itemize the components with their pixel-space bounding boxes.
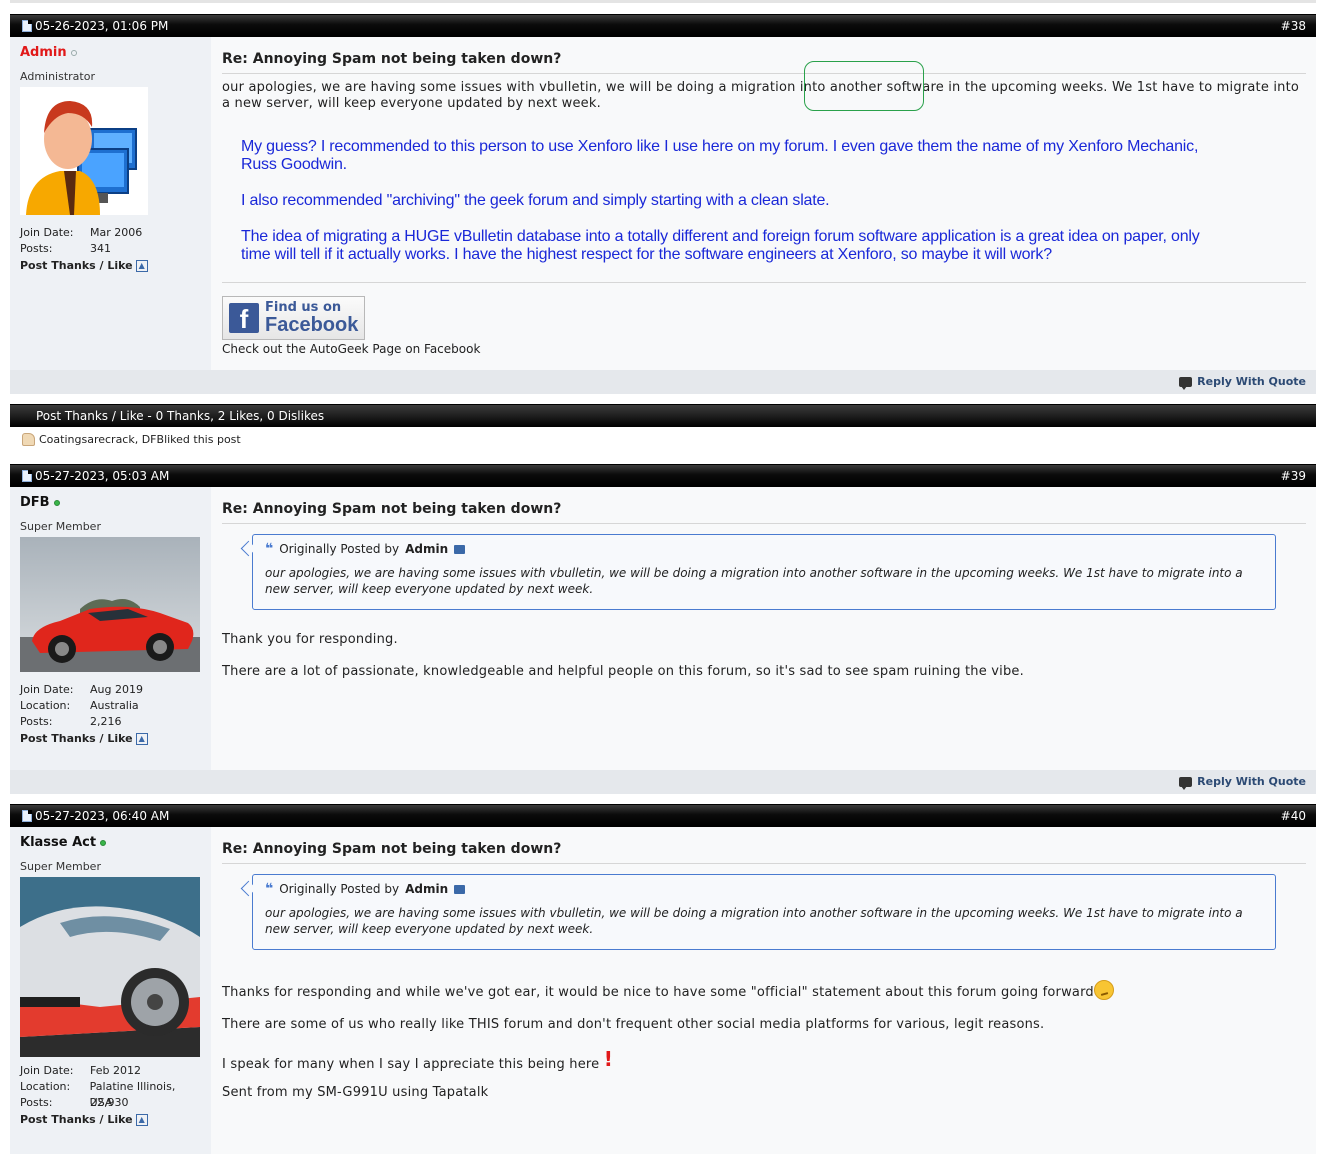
post-count: 22,930 [90,1096,129,1109]
reply-quote-icon [1179,376,1193,390]
post-content: Re: Annoying Spam not being taken down? … [211,487,1316,770]
location: Palatine Illinois, USA [89,1080,176,1109]
top-rule [10,0,1316,3]
user-stats: Join Date: Aug 2019 Location: Australia Po… [20,683,143,728]
liker-names[interactable]: Coatingsarecrack, DFB [39,433,164,446]
join-date: Mar 2006 [90,226,143,239]
post-date: 05-27-2023, 05:03 AM [22,465,169,487]
post-header: 05-26-2023, 01:06 PM #38 [10,14,1316,37]
blue-paragraph: I also recommended "archiving" the geek … [241,192,830,209]
post-paragraph: Thanks for responding and while we've go… [222,980,1306,1001]
post-paragraph: There are some of us who really like THI… [222,1017,1045,1032]
post-number-link[interactable]: #39 [1281,465,1306,487]
user-info: Admin Administrator Join Date: Mar 2006 P… [10,37,211,370]
collapse-icon[interactable]: ▲ [135,1113,148,1126]
avatar[interactable] [20,87,148,215]
quote-header: ❝ Originally Posted by Admin [265,541,1263,557]
tapatalk-signature: Sent from my SM-G991U using Tapatalk [222,1085,489,1100]
post-38: 05-26-2023, 01:06 PM #38 Admin Administr… [10,14,1316,394]
post-thanks-like-toggle[interactable]: Post Thanks / Like ▲ [20,732,201,745]
thanks-bar: Post Thanks / Like - 0 Thanks, 2 Likes, … [10,404,1316,427]
post-body: DFB Super Member Join Date: Aug 2019 Loca… [10,487,1316,770]
view-post-icon[interactable] [454,544,466,554]
username[interactable]: Klasse Act [20,835,201,850]
post-title: Re: Annoying Spam not being taken down? [222,51,1306,74]
post-number-link[interactable]: #38 [1281,15,1306,37]
post-paragraph: I speak for many when I say I appreciate… [222,1047,614,1072]
quote-box: ❝ Originally Posted by Admin our apologies… [252,874,1276,950]
username[interactable]: Admin [20,45,201,60]
online-status-icon [53,499,60,506]
join-date: Feb 2012 [90,1064,141,1077]
post-content: Re: Annoying Spam not being taken down? … [211,37,1316,370]
avatar[interactable] [20,537,200,672]
post-paragraph: There are a lot of passionate, knowledge… [222,664,1024,679]
post-thanks-like-toggle[interactable]: Post Thanks / Like ▲ [20,1113,201,1126]
user-title: Super Member [20,860,101,873]
user-stats: Join Date: Mar 2006 Posts: 341 [20,226,143,255]
location: Australia [90,699,139,712]
document-icon [22,20,32,32]
document-icon [22,810,32,822]
post-count: 341 [90,242,111,255]
post-paragraph: Thank you for responding. [222,632,398,647]
quote-author: Admin [405,882,449,896]
reply-with-quote-button[interactable]: Reply With Quote [1179,775,1306,790]
likers: Coatingsarecrack, DFB liked this post [22,433,241,446]
quote-mark-icon: ❝ [265,541,274,557]
user-info: DFB Super Member Join Date: Aug 2019 Loca… [10,487,211,770]
collapse-icon[interactable]: ▲ [135,732,148,745]
highlight-circle [804,61,924,111]
offline-status-icon [70,49,77,56]
post-body: Admin Administrator Join Date: Mar 2006 P… [10,37,1316,370]
post-40: 05-27-2023, 06:40 AM #40 Klasse Act Supe… [10,804,1316,1154]
post-title: Re: Annoying Spam not being taken down? [222,841,1306,864]
facebook-badge[interactable]: f Find us on Facebook [222,296,366,340]
post-text: our apologies, we are having some issues… [222,80,1300,111]
post-thanks-like-toggle[interactable]: Post Thanks / Like ▲ [20,259,201,272]
quote-header: ❝ Originally Posted by Admin [265,881,1263,897]
reply-with-quote-button[interactable]: Reply With Quote [1179,375,1306,390]
blue-paragraph: The idea of migrating a HUGE vBulletin d… [241,228,1200,263]
post-body: Klasse Act Super Member Join Date: Feb 20… [10,827,1316,1154]
quote-box: ❝ Originally Posted by Admin our apologies… [252,534,1276,610]
user-title: Super Member [20,520,101,533]
user-info: Klasse Act Super Member Join Date: Feb 20… [10,827,211,1154]
post-content: Re: Annoying Spam not being taken down? … [211,827,1316,1154]
blue-paragraph: My guess? I recommended to this person t… [241,138,1199,173]
facebook-icon: f [229,303,259,334]
signature: f Find us on Facebook Check out the Auto… [222,282,1306,356]
post-header: 05-27-2023, 05:03 AM #39 [10,464,1316,487]
user-stats: Join Date: Feb 2012 Location: Palatine Ill… [20,1063,201,1111]
online-status-icon [100,839,107,846]
post-39: 05-27-2023, 05:03 AM #39 DFB Super Membe… [10,464,1316,794]
user-title: Administrator [20,70,95,83]
post-count: 2,216 [90,715,122,728]
post-date: 05-26-2023, 01:06 PM [22,15,168,37]
exclamation-icon: ! [603,1047,614,1071]
thumbs-up-icon [22,433,35,446]
quote-text: our apologies, we are having some issues… [265,906,1243,936]
quote-author: Admin [405,542,449,556]
post-footer: Reply With Quote [10,770,1316,794]
document-icon [22,470,32,482]
post-footer: Reply With Quote [10,370,1316,394]
post-header: 05-27-2023, 06:40 AM #40 [10,804,1316,827]
join-date: Aug 2019 [90,683,143,696]
collapse-icon[interactable]: ▲ [135,259,148,272]
avatar[interactable] [20,877,200,1057]
view-post-icon[interactable] [454,884,466,894]
username[interactable]: DFB [20,495,201,510]
quote-mark-icon: ❝ [265,881,274,897]
thinking-emoji-icon [1093,980,1114,1000]
post-date: 05-27-2023, 06:40 AM [22,805,169,827]
post-number-link[interactable]: #40 [1281,805,1306,827]
facebook-caption: Check out the AutoGeek Page on Facebook [222,342,481,356]
quote-text: our apologies, we are having some issues… [265,566,1243,596]
reply-quote-icon [1179,776,1193,790]
post-title: Re: Annoying Spam not being taken down? [222,501,1306,524]
